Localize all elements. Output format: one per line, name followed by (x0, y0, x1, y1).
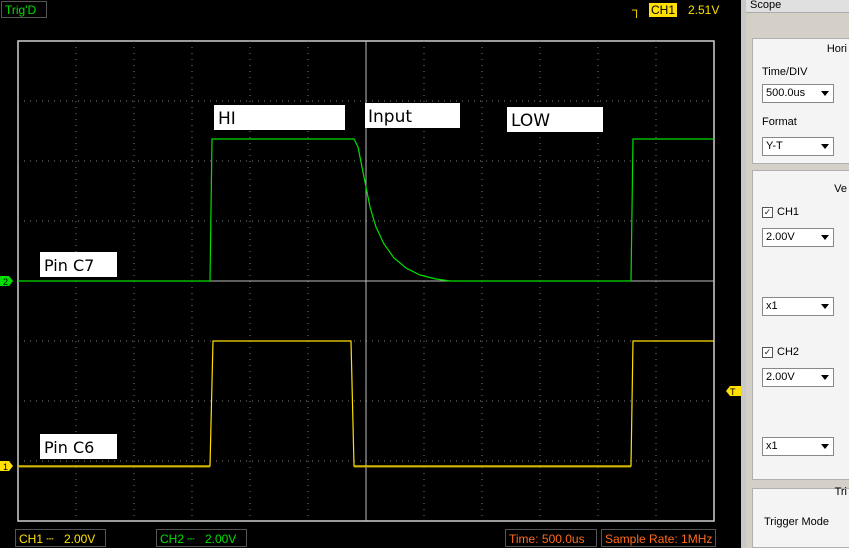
trigger-section: Tri Trigger Mode (752, 486, 849, 548)
ch2-volts-select[interactable]: 2.00V (762, 368, 834, 387)
coupling-dc-icon: ┄ (187, 532, 194, 546)
chevron-down-icon (821, 91, 829, 96)
trigger-state-indicator: Trig'D (1, 1, 47, 18)
ch1-readout-label: CH1 (19, 532, 44, 546)
ch2-marker-label: 2 (3, 277, 8, 287)
format-label: Format (762, 116, 797, 128)
low-label: LOW (511, 111, 550, 131)
time-readout: Time: 500.0us (505, 529, 597, 547)
horizontal-section: Hori Time/DIV 500.0us Format Y-T (752, 38, 849, 164)
hi-label: HI (218, 109, 236, 129)
format-select[interactable]: Y-T (762, 137, 834, 156)
ch1-volts-select[interactable]: 2.00V (762, 228, 834, 247)
horizontal-header: Hori (826, 43, 847, 55)
ch2-probe-value: x1 (766, 440, 778, 452)
ch2-enable-checkbox[interactable]: ✓ (762, 347, 773, 358)
ch1-volts-value: 2.00V (766, 231, 795, 243)
trigger-mode-label: Trigger Mode (764, 516, 830, 528)
sample-rate-readout: Sample Rate: 1MHz (601, 529, 716, 547)
ch1-label: CH1 (777, 206, 800, 218)
ch1-marker-label: 1 (3, 462, 8, 472)
chevron-down-icon (821, 144, 829, 149)
ch1-scale-readout: CH1 ┄ 2.00V (15, 529, 106, 547)
scope-control-panel: Scope Hori Time/DIV 500.0us Format Y-T V… (746, 0, 849, 548)
ch2-probe-select[interactable]: x1 (762, 437, 834, 456)
chevron-down-icon (821, 375, 829, 380)
ch2-readout-volts: 2.00V (204, 532, 237, 546)
bottom-status-bar: CH1 ┄ 2.00V CH2 ┄ 2.00V Time: 500.0us Sa… (0, 528, 741, 548)
ch1-probe-select[interactable]: x1 (762, 297, 834, 316)
ch1-enable-checkbox[interactable]: ✓ (762, 207, 773, 218)
ch2-label: CH2 (777, 346, 800, 358)
timediv-value: 500.0us (766, 87, 806, 99)
trigger-channel: CH1 (649, 3, 678, 17)
timediv-select[interactable]: 500.0us (762, 84, 834, 103)
trigger-marker-label: T (730, 387, 736, 397)
ch2-scale-readout: CH2 ┄ 2.00V (156, 529, 247, 547)
chevron-down-icon (821, 235, 829, 240)
trigger-header: Tri (834, 486, 847, 498)
scope-screen[interactable]: HI Input LOW Pin C7 Pin C6 2 1 T (0, 22, 741, 528)
timediv-label: Time/DIV (762, 66, 808, 78)
top-status-bar: Trig'D ┐ CH1 2.51V (0, 0, 741, 22)
chevron-down-icon (821, 304, 829, 309)
trigger-info: ┐ CH1 2.51V (630, 1, 738, 19)
ch2-volts-value: 2.00V (766, 371, 795, 383)
vertical-section: Ve ✓ CH1 2.00V x1 ✓ CH2 2.00V x1 (752, 170, 849, 480)
ch2-readout-label: CH2 (160, 532, 185, 546)
coupling-dc-icon: ┄ (46, 532, 53, 546)
chevron-down-icon (821, 444, 829, 449)
input-label: Input (368, 107, 412, 127)
format-value: Y-T (766, 140, 783, 152)
panel-title: Scope (746, 0, 849, 13)
pin-c7-label: Pin C7 (44, 256, 94, 275)
vertical-header: Ve (834, 183, 847, 195)
ch1-readout-volts: 2.00V (63, 532, 96, 546)
trigger-level: 2.51V (688, 3, 720, 17)
ch1-probe-value: x1 (766, 300, 778, 312)
rising-edge-icon: ┐ (632, 2, 642, 17)
pin-c6-label: Pin C6 (44, 438, 94, 457)
